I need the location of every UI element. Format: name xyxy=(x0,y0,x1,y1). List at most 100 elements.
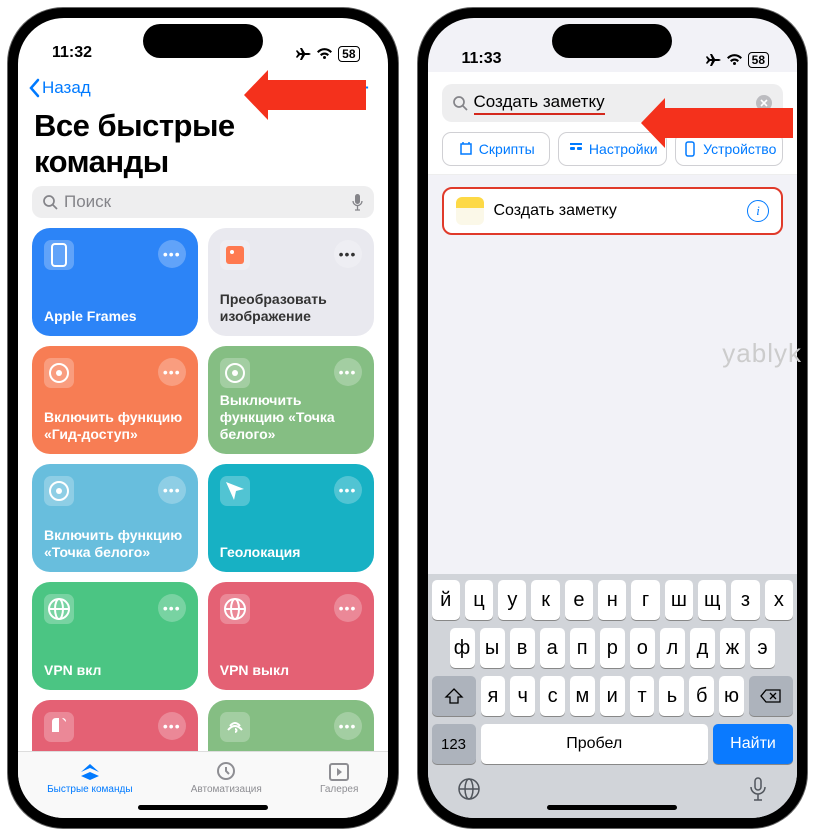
chip-label: Устройство xyxy=(703,141,776,157)
search-field[interactable] xyxy=(32,186,374,218)
dictation-icon[interactable] xyxy=(747,776,769,802)
page-title: Все быстрые команды xyxy=(18,106,388,186)
shortcut-card[interactable]: •••Включить функцию «Гид-доступ» xyxy=(32,346,198,454)
shortcut-card[interactable]: •••Включить функцию «Точка белого» xyxy=(32,464,198,572)
battery-icon: 58 xyxy=(338,46,359,62)
card-icon xyxy=(44,476,74,506)
notes-app-icon xyxy=(456,197,484,225)
key-row-3: ячсмитьбю xyxy=(432,676,794,716)
letter-key[interactable]: с xyxy=(540,676,565,716)
search-input-value[interactable]: Создать заметку xyxy=(474,92,605,115)
letter-key[interactable]: и xyxy=(600,676,625,716)
letter-key[interactable]: б xyxy=(689,676,714,716)
letter-key[interactable]: в xyxy=(510,628,535,668)
tab-item[interactable]: Быстрые команды xyxy=(47,760,132,795)
letter-key[interactable]: ф xyxy=(450,628,475,668)
info-icon[interactable]: i xyxy=(747,200,769,222)
letter-key[interactable]: п xyxy=(570,628,595,668)
tab-item[interactable]: Галерея xyxy=(320,760,358,795)
card-menu-icon[interactable]: ••• xyxy=(334,712,362,740)
card-menu-icon[interactable]: ••• xyxy=(334,594,362,622)
card-menu-icon[interactable]: ••• xyxy=(158,240,186,268)
card-menu-icon[interactable]: ••• xyxy=(334,240,362,268)
letter-key[interactable]: ю xyxy=(719,676,744,716)
status-time: 11:32 xyxy=(52,44,92,62)
backspace-key[interactable] xyxy=(749,676,793,716)
card-icon xyxy=(220,358,250,388)
letter-key[interactable]: з xyxy=(731,580,759,620)
search-result[interactable]: Создать заметку i xyxy=(442,187,784,235)
letter-key[interactable]: а xyxy=(540,628,565,668)
card-label: Выключить функцию «Точка белого» xyxy=(220,392,362,442)
letter-key[interactable]: ж xyxy=(720,628,745,668)
card-menu-icon[interactable]: ••• xyxy=(334,358,362,386)
letter-key[interactable]: у xyxy=(498,580,526,620)
letter-key[interactable]: г xyxy=(631,580,659,620)
letter-key[interactable]: н xyxy=(598,580,626,620)
status-icons-right: 58 xyxy=(295,46,359,62)
airplane-icon xyxy=(295,47,311,61)
letter-key[interactable]: э xyxy=(750,628,775,668)
search-key[interactable]: Найти xyxy=(713,724,793,764)
shortcut-card[interactable]: ••• Выключить функцию «Точка белого» xyxy=(208,346,374,454)
wifi-icon xyxy=(316,48,333,60)
letter-key[interactable]: р xyxy=(600,628,625,668)
letter-key[interactable]: д xyxy=(690,628,715,668)
letter-key[interactable]: я xyxy=(481,676,506,716)
letter-key[interactable]: ч xyxy=(510,676,535,716)
card-icon xyxy=(44,240,74,270)
card-icon xyxy=(220,712,250,742)
tab-item[interactable]: Автоматизация xyxy=(191,760,262,795)
shortcut-card[interactable]: •••Share Wi-Fi xyxy=(208,700,374,751)
letter-key[interactable]: л xyxy=(660,628,685,668)
shift-key[interactable] xyxy=(432,676,476,716)
dynamic-island xyxy=(552,24,672,58)
status-icons-right: 58 xyxy=(705,52,769,68)
shortcut-card[interactable]: ••• VPN выкл xyxy=(208,582,374,690)
letter-key[interactable]: м xyxy=(570,676,595,716)
letter-key[interactable]: т xyxy=(630,676,655,716)
letter-key[interactable]: к xyxy=(531,580,559,620)
globe-icon[interactable] xyxy=(456,776,482,802)
space-key[interactable]: Пробел xyxy=(481,724,709,764)
card-icon xyxy=(220,476,250,506)
home-indicator xyxy=(547,805,677,810)
letter-key[interactable]: ь xyxy=(659,676,684,716)
card-menu-icon[interactable]: ••• xyxy=(158,358,186,386)
card-menu-icon[interactable]: ••• xyxy=(158,476,186,504)
card-icon xyxy=(220,240,250,270)
shortcuts-grid: ••• Apple Frames •••Преобразовать изображе… xyxy=(18,228,388,751)
card-menu-icon[interactable]: ••• xyxy=(158,712,186,740)
card-menu-icon[interactable]: ••• xyxy=(158,594,186,622)
shortcut-card[interactable]: •••Геолокация xyxy=(208,464,374,572)
letter-key[interactable]: й xyxy=(432,580,460,620)
letter-key[interactable]: щ xyxy=(698,580,726,620)
category-chip[interactable]: Скрипты xyxy=(442,132,551,166)
letter-key[interactable]: ц xyxy=(465,580,493,620)
back-button[interactable]: Назад xyxy=(28,78,91,98)
card-icon xyxy=(44,358,74,388)
shortcut-card[interactable]: •••Преобразовать изображение xyxy=(208,228,374,336)
letter-key[interactable]: е xyxy=(565,580,593,620)
key-row-5 xyxy=(432,772,794,802)
card-icon xyxy=(220,594,250,624)
search-input[interactable] xyxy=(64,192,345,212)
search-icon xyxy=(42,194,58,210)
shortcut-card[interactable]: •••Police xyxy=(32,700,198,751)
card-label: VPN выкл xyxy=(220,662,362,679)
letter-key[interactable]: о xyxy=(630,628,655,668)
letter-key[interactable]: ы xyxy=(480,628,505,668)
mic-icon xyxy=(351,193,364,211)
card-label: Apple Frames xyxy=(44,308,186,325)
screen-right: 11:33 58 Создать заметку СкриптыНастройк… xyxy=(428,18,798,818)
status-time: 11:33 xyxy=(462,50,502,68)
shortcut-card[interactable]: •••VPN вкл xyxy=(32,582,198,690)
key-row-1: йцукенгшщзх xyxy=(432,580,794,620)
tab-icon xyxy=(213,760,239,782)
card-menu-icon[interactable]: ••• xyxy=(334,476,362,504)
numeric-key[interactable]: 123 xyxy=(432,724,476,764)
screen-left: 11:32 58 Назад + Все быстрые команды •••… xyxy=(18,18,388,818)
letter-key[interactable]: ш xyxy=(665,580,693,620)
letter-key[interactable]: х xyxy=(765,580,793,620)
shortcut-card[interactable]: ••• Apple Frames xyxy=(32,228,198,336)
